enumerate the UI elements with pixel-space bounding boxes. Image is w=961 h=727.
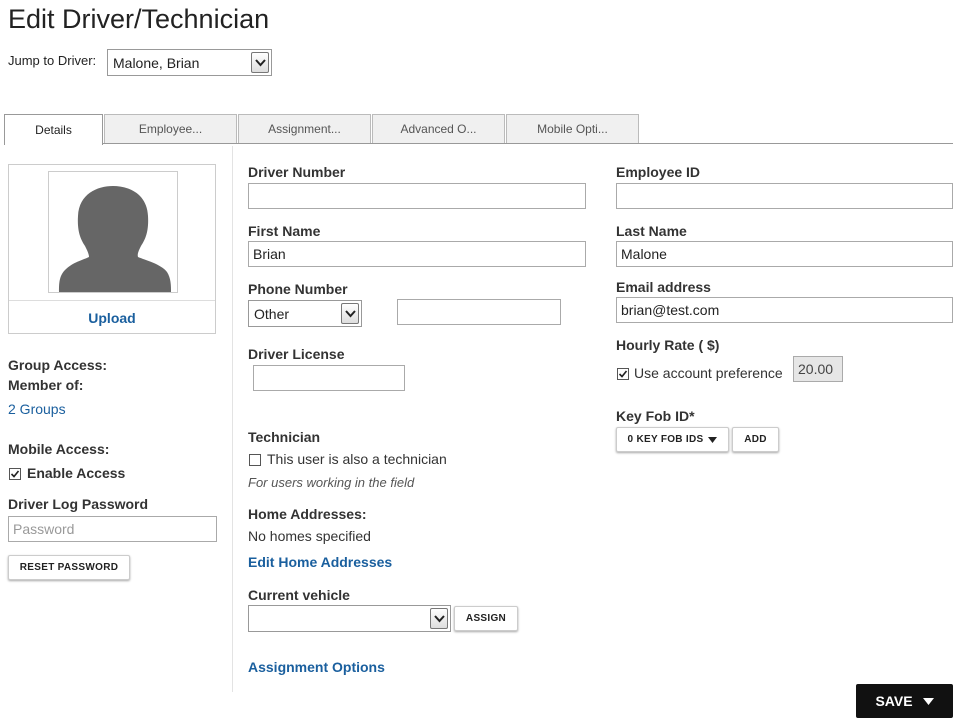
driver-number-input[interactable] [248,183,586,209]
last-name-input[interactable]: Malone [616,241,953,267]
save-label: SAVE [875,693,913,709]
avatar-placeholder-icon [48,171,178,293]
page-title: Edit Driver/Technician [8,4,270,34]
driver-log-password-input[interactable]: Password [8,516,217,542]
email-address-label: Email address [616,279,711,295]
last-name-label: Last Name [616,223,687,239]
checkmark-icon [618,370,628,378]
phone-number-label: Phone Number [248,281,348,297]
add-key-fob-button[interactable]: ADD [732,427,779,452]
jump-to-driver-label: Jump to Driver: [8,53,97,68]
tabs-divider [4,143,953,144]
first-name-input[interactable]: Brian [248,241,586,267]
chevron-down-icon [430,608,448,629]
reset-password-button[interactable]: RESET PASSWORD [8,555,130,580]
column-divider [232,146,233,692]
jump-to-driver-value: Malone, Brian [113,54,200,71]
home-addresses-label: Home Addresses: [248,506,367,522]
assign-button[interactable]: ASSIGN [454,606,518,631]
member-of-label: Member of: [8,377,84,393]
employee-id-label: Employee ID [616,164,701,180]
photo-divider [9,300,215,301]
driver-license-label: Driver License [248,346,345,362]
tab-assignment[interactable]: Assignment... [238,114,371,143]
no-homes-text: No homes specified [248,528,371,544]
key-fob-dropdown-button[interactable]: 0 KEY FOB IDS [616,427,729,452]
technician-checkbox-label: This user is also a technician [267,451,447,467]
checkmark-icon [10,470,20,478]
current-vehicle-label: Current vehicle [248,587,350,603]
technician-checkbox[interactable] [249,454,261,466]
driver-log-password-label: Driver Log Password [8,496,149,512]
employee-id-input[interactable] [616,183,953,209]
upload-link[interactable]: Upload [9,310,215,326]
key-fob-dropdown-label: 0 KEY FOB IDS [627,434,704,445]
technician-hint: For users working in the field [248,475,415,490]
jump-to-driver-select[interactable]: Malone, Brian [107,49,272,76]
caret-down-icon [708,436,718,443]
tab-details[interactable]: Details [4,114,103,145]
caret-down-icon [922,697,934,705]
assignment-options-link[interactable]: Assignment Options [248,659,385,675]
tab-employee[interactable]: Employee... [104,114,237,143]
enable-access-checkbox[interactable] [9,468,21,480]
current-vehicle-select[interactable] [248,605,451,632]
save-button[interactable]: SAVE [856,684,953,718]
technician-label: Technician [248,429,321,445]
edit-home-addresses-link[interactable]: Edit Home Addresses [248,554,392,570]
hourly-rate-input: 20.00 [793,356,843,382]
driver-number-label: Driver Number [248,164,346,180]
groups-link[interactable]: 2 Groups [8,401,66,417]
hourly-rate-label: Hourly Rate ( $) [616,337,720,353]
key-fob-id-label: Key Fob ID* [616,408,695,424]
first-name-label: First Name [248,223,321,239]
chevron-down-icon [341,303,359,324]
tab-advanced-options[interactable]: Advanced O... [372,114,505,143]
phone-type-value: Other [254,305,290,322]
enable-access-label: Enable Access [27,465,126,481]
use-account-preference-checkbox[interactable] [617,368,629,380]
email-address-input[interactable]: brian@test.com [616,297,953,323]
group-access-label: Group Access: [8,357,108,373]
phone-number-input[interactable] [397,299,561,325]
phone-type-select[interactable]: Other [248,300,362,327]
tab-mobile-options[interactable]: Mobile Opti... [506,114,639,143]
driver-license-input[interactable] [253,365,405,391]
mobile-access-label: Mobile Access: [8,441,110,457]
use-account-preference-label: Use account preference [634,365,783,381]
chevron-down-icon [251,52,269,73]
